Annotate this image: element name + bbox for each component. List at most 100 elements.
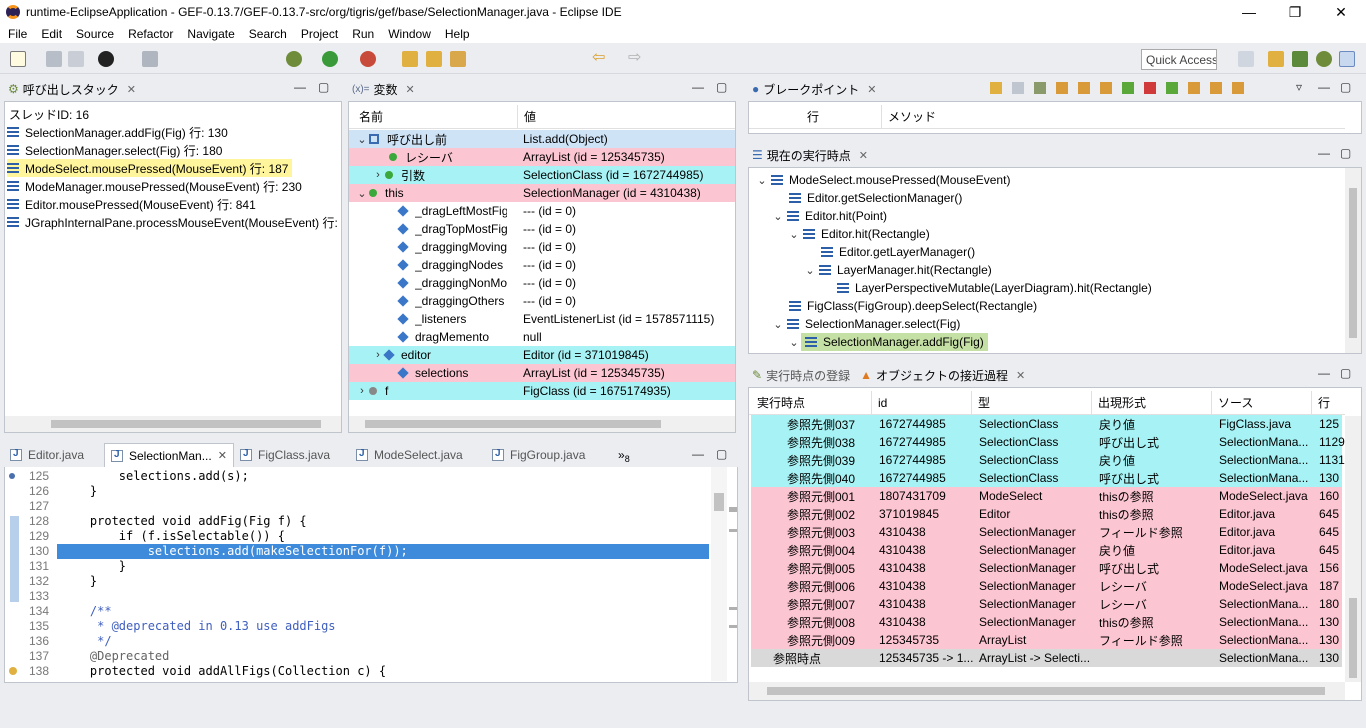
debug-perspective-icon[interactable] — [1316, 51, 1332, 67]
stack-frame[interactable]: Editor.mousePressed(MouseEvent) 行: 841 — [7, 195, 256, 213]
history-row[interactable]: 参照元側005 4310438 SelectionManager 呼び出し式 ModeS… — [751, 559, 1342, 577]
tree-item[interactable]: FigClass(FigGroup).deepSelect(Rectangle) — [789, 297, 1037, 315]
history-row[interactable]: 参照元側003 4310438 SelectionManager フィールド参照 Edi… — [751, 523, 1342, 541]
variable-row[interactable]: _draggingNonMovin --- (id = 0) — [349, 274, 735, 292]
tree-item[interactable]: ⌄ Editor.hit(Rectangle) — [789, 225, 929, 243]
history-row[interactable]: 参照元側001 1807431709 ModeSelect thisの参照 ModeSe… — [751, 487, 1342, 505]
vertical-scrollbar[interactable] — [1345, 168, 1361, 353]
code-editor[interactable]: 125 selections.add(s); 126 } 127 128 protec… — [4, 467, 738, 683]
step-icon[interactable] — [1056, 82, 1068, 94]
tab-object-approach[interactable]: オブジェクトの接近過程 — [876, 367, 1008, 384]
chevron-icon[interactable]: › — [357, 385, 367, 397]
horizontal-scrollbar[interactable] — [5, 416, 341, 432]
code-line[interactable]: selections.add(makeSelectionFor(f)); — [61, 544, 408, 559]
maximize-icon[interactable]: ▢ — [716, 80, 727, 94]
tree-item[interactable]: Editor.getLayerManager() — [821, 243, 975, 261]
tree-item-selected[interactable]: ⌄ SelectionManager.addFig(Fig) — [789, 333, 988, 351]
history-row[interactable]: 参照先側039 1672744985 SelectionClass 戻り値 Select… — [751, 451, 1345, 469]
step-return-icon[interactable] — [1100, 82, 1112, 94]
maximize-icon[interactable]: ▢ — [716, 447, 727, 461]
code-line[interactable]: /** — [61, 604, 112, 619]
code-line[interactable]: protected void addFig(Fig f) { — [61, 514, 307, 529]
code-line[interactable]: */ — [61, 634, 111, 649]
code-line[interactable]: if (f.isSelectable()) { — [61, 529, 285, 544]
tree-item[interactable]: ⌄ ModeSelect.mousePressed(MouseEvent) — [757, 171, 1010, 189]
run-icon[interactable] — [322, 51, 338, 67]
open-perspective-icon[interactable] — [1238, 51, 1254, 67]
history-row[interactable]: 参照元側007 4310438 SelectionManager レシーバ Select… — [751, 595, 1342, 613]
stack-frame[interactable]: SelectionManager.select(Fig) 行: 180 — [7, 141, 222, 159]
horizontal-scrollbar[interactable] — [749, 682, 1345, 700]
variable-row[interactable]: › f FigClass (id = 1675174935) — [349, 382, 735, 400]
horizontal-scrollbar[interactable] — [349, 416, 735, 432]
code-line[interactable]: selections.add(s); — [61, 469, 249, 484]
stack-frame-highlighted[interactable]: ModeSelect.mousePressed(MouseEvent) 行: 1… — [7, 159, 293, 177]
chevron-icon[interactable]: ⌄ — [357, 133, 367, 146]
history-row[interactable]: 参照先側038 1672744985 SelectionClass 呼び出し式 Sele… — [751, 433, 1345, 451]
menu-file[interactable]: File — [0, 27, 33, 41]
tab-variables[interactable]: (x)= 変数 ✕ — [348, 77, 736, 101]
history-row[interactable]: 参照元側006 4310438 SelectionManager レシーバ ModeSe… — [751, 577, 1342, 595]
history-row[interactable]: 参照先側037 1672744985 SelectionClass 戻り値 FigCla… — [751, 415, 1342, 433]
minimize-button[interactable]: — — [1226, 0, 1272, 24]
chevron-icon[interactable]: ⌄ — [357, 187, 367, 200]
close-icon[interactable]: ✕ — [127, 83, 136, 96]
drop-frame-icon[interactable] — [1232, 82, 1244, 94]
maximize-button[interactable]: ❐ — [1272, 0, 1318, 24]
stack-frame[interactable]: SelectionManager.addFig(Fig) 行: 130 — [7, 123, 228, 141]
maximize-icon[interactable]: ▢ — [318, 80, 329, 94]
save-icon[interactable] — [46, 51, 62, 67]
menu-edit[interactable]: Edit — [33, 27, 68, 41]
history-row[interactable]: 参照先側040 1672744985 SelectionClass 呼び出し式 Sele… — [751, 469, 1342, 487]
variable-row[interactable]: _listeners EventListenerList (id = 157857… — [349, 310, 735, 328]
breakpoint-icon[interactable] — [142, 51, 158, 67]
close-icon[interactable]: ✕ — [218, 449, 227, 462]
save-all-icon[interactable] — [68, 51, 84, 67]
menu-window[interactable]: Window — [380, 27, 437, 41]
open-icon[interactable] — [990, 82, 1002, 94]
variable-row[interactable]: _draggingMovingEdg --- (id = 0) — [349, 238, 735, 256]
open-resource-icon[interactable] — [426, 51, 442, 67]
debug-icon[interactable] — [286, 51, 302, 67]
layout-perspective-icon[interactable] — [1339, 51, 1355, 67]
tab-figclass-java[interactable]: FigClass.java — [240, 443, 330, 467]
menu-help[interactable]: Help — [437, 27, 476, 41]
open-type-icon[interactable] — [402, 51, 418, 67]
history-row[interactable]: 参照元側004 4310438 SelectionManager 戻り値 Editor.… — [751, 541, 1342, 559]
close-icon[interactable]: ✕ — [1016, 369, 1025, 382]
variable-row[interactable]: ⌄ 呼び出し前 List.add(Object) — [349, 130, 735, 148]
variable-row[interactable]: _dragTopMostFig --- (id = 0) — [349, 220, 735, 238]
code-line[interactable]: } — [61, 559, 126, 574]
terminate-icon[interactable] — [1144, 82, 1156, 94]
menu-refactor[interactable]: Refactor — [120, 27, 179, 41]
tree-item[interactable]: ⌄ SelectionManager.select(Fig) — [773, 315, 960, 333]
view-menu-icon[interactable]: ▿ — [1296, 80, 1302, 94]
forward-icon[interactable]: ⇨ — [628, 50, 644, 67]
tab-modeselect-java[interactable]: ModeSelect.java — [356, 443, 463, 467]
resume-icon[interactable] — [1166, 82, 1178, 94]
history-row[interactable]: 参照元側008 4310438 SelectionManager thisの参照 Sel… — [751, 613, 1342, 631]
code-line[interactable]: @Deprecated — [61, 649, 169, 664]
minimize-icon[interactable]: — — [692, 447, 704, 461]
search-icon[interactable] — [450, 51, 466, 67]
external-tools-icon[interactable] — [360, 51, 376, 67]
chevron-icon[interactable]: › — [373, 169, 383, 181]
code-line[interactable]: } — [61, 484, 97, 499]
remove-icon[interactable] — [1012, 82, 1024, 94]
variable-row[interactable]: _dragLeftMostFig --- (id = 0) — [349, 202, 735, 220]
code-line[interactable]: } — [61, 574, 97, 589]
new-icon[interactable] — [10, 51, 26, 67]
variable-row[interactable]: _draggingNodes --- (id = 0) — [349, 256, 735, 274]
minimize-icon[interactable]: — — [1318, 146, 1330, 160]
tab-exec-point[interactable]: ☰ 現在の実行時点 ✕ — [748, 143, 1362, 167]
variable-row[interactable]: selections ArrayList (id = 125345735) — [349, 364, 735, 382]
variable-row[interactable]: レシーバ ArrayList (id = 125345735) — [349, 148, 735, 166]
tab-overflow[interactable]: » 8 — [618, 443, 630, 467]
maximize-icon[interactable]: ▢ — [1340, 366, 1351, 380]
minimize-icon[interactable]: — — [692, 80, 704, 94]
minimize-icon[interactable]: — — [1318, 366, 1330, 380]
close-icon[interactable]: ✕ — [406, 83, 415, 96]
back-icon[interactable]: ⇦ — [592, 50, 608, 67]
variable-row[interactable]: dragMemento null — [349, 328, 735, 346]
git-perspective-icon[interactable] — [1292, 51, 1308, 67]
